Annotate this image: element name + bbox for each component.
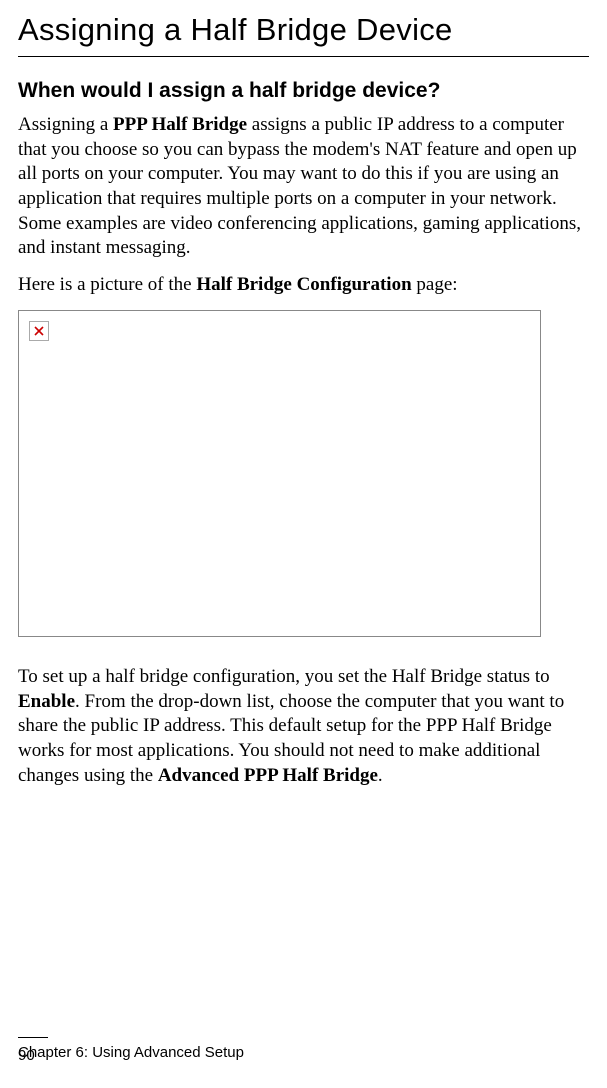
page-title: Assigning a Half Bridge Device (18, 12, 589, 48)
paragraph-2: Here is a picture of the Half Bridge Con… (18, 273, 589, 298)
paragraph-1: Assigning a PPP Half Bridge assigns a pu… (18, 113, 589, 261)
bold-term-half-bridge-configuration: Half Bridge Configuration (196, 274, 411, 295)
text-run: assigns a public IP address to a compute… (18, 114, 581, 258)
section-heading: When would I assign a half bridge device… (18, 79, 589, 103)
text-run: Assigning a (18, 114, 113, 135)
figure-placeholder (18, 310, 541, 637)
bold-term-enable: Enable (18, 691, 75, 712)
text-run: To set up a half bridge configuration, y… (18, 666, 550, 687)
text-run: page: (412, 274, 458, 295)
bold-term-advanced-ppp-half-bridge: Advanced PPP Half Bridge (158, 765, 378, 786)
broken-image-icon (29, 321, 49, 341)
page-footer: 90 Chapter 6: Using Advanced Setup (18, 1037, 589, 1064)
paragraph-3: To set up a half bridge configuration, y… (18, 665, 589, 788)
text-run: . (378, 765, 383, 786)
bold-term-ppp-half-bridge: PPP Half Bridge (113, 114, 247, 135)
footer-divider (18, 1037, 48, 1038)
text-run: Here is a picture of the (18, 274, 196, 295)
page-number: 90 (18, 1047, 35, 1064)
footer-chapter-label: Chapter 6: Using Advanced Setup (18, 1044, 244, 1061)
title-divider (18, 56, 589, 57)
